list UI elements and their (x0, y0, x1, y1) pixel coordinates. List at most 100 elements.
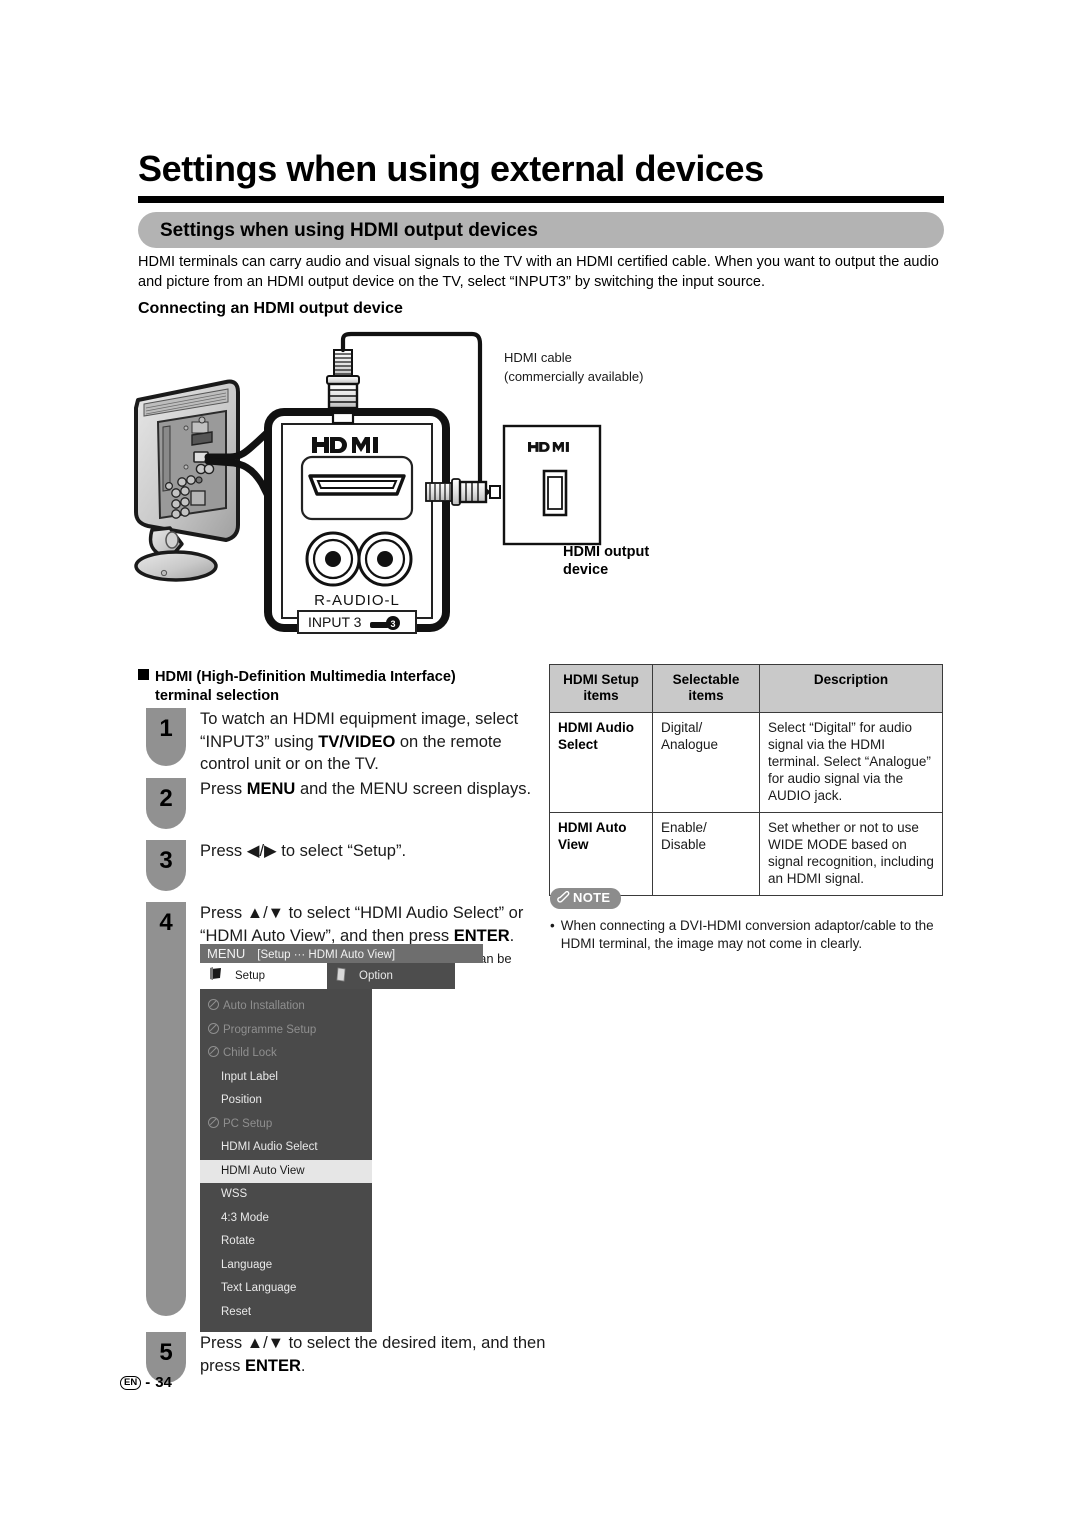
step-text: Press ▲/▼ to select “HDMI Audio Select” … (200, 904, 524, 945)
table-cell-description: Select “Digital” for audio signal via th… (759, 712, 943, 813)
table-cell-item: HDMI Auto View (549, 812, 653, 896)
step-badge: 1 (146, 708, 186, 766)
page-title: Settings when using external devices (138, 148, 764, 189)
language-badge: EN (120, 1375, 142, 1390)
manual-page: Settings when using external devices Set… (0, 0, 1080, 1527)
hdmi-output-device-label-line2: device (563, 562, 609, 578)
no-entry-icon (208, 1116, 219, 1128)
tv-menu-item-list: Auto Installation Programme Setup Child Lo… (200, 989, 372, 1332)
setup-icon (209, 967, 223, 985)
pencil-icon (557, 890, 570, 906)
table-header-cell: Description (759, 664, 943, 713)
step-item: 2 Press MENU and the MENU screen display… (146, 778, 546, 840)
tv-menu-item-label: Text Language (221, 1282, 297, 1294)
tv-menu-item-rotate[interactable]: Rotate (200, 1230, 372, 1254)
note-block: NOTE • When connecting a DVI-HDMI conver… (550, 888, 944, 953)
tab-option[interactable]: Option (327, 963, 455, 989)
hdmi-setup-table: HDMI Setup items Selectable items Descri… (549, 664, 943, 896)
hdmi-cable-label: HDMI cable (commercially available) (504, 348, 694, 386)
section-heading-label: Settings when using HDMI output devices (160, 220, 538, 241)
table-row: HDMI Auto View Enable/ Disable Set wheth… (549, 812, 943, 896)
tv-menu-item-label: Input Label (221, 1070, 278, 1083)
option-icon (336, 967, 347, 985)
tv-menu-item-label: Child Lock (223, 1047, 277, 1059)
note-body: • When connecting a DVI-HDMI conversion … (550, 917, 944, 953)
tv-menu-item-hdmi-auto-view[interactable]: HDMI Auto View (200, 1159, 372, 1183)
tv-menu-item-position[interactable]: Position (200, 1089, 372, 1113)
tv-menu-item-4-3-mode[interactable]: 4:3 Mode (200, 1207, 372, 1231)
tv-menu-item-reset[interactable]: Reset (200, 1301, 372, 1325)
tv-menu-item-label: HDMI Auto View (221, 1164, 305, 1177)
tv-menu-item-programme-setup: Programme Setup (200, 1019, 372, 1043)
tv-menu-item-label: Position (221, 1094, 262, 1106)
step-text: Press ▲/▼ to select the desired item, an… (200, 1334, 546, 1375)
tv-menu-screenshot: MENU [Setup ··· HDMI Auto View] Setup Opt… (200, 944, 490, 1332)
table-cell-item: HDMI Audio Select (549, 712, 653, 813)
hdmi-output-device-label: HDMI output device (563, 543, 703, 579)
tv-menu-title-label: MENU (207, 946, 246, 961)
step-item: 5 Press ▲/▼ to select the desired item, … (146, 1332, 546, 1390)
note-text: When connecting a DVI-HDMI conversion ad… (560, 918, 934, 951)
step-badge: 4 (146, 902, 186, 1316)
hdmi-output-device-box (502, 424, 602, 546)
no-entry-icon (208, 1046, 219, 1057)
tv-menu-item-label: Reset (221, 1305, 252, 1318)
tv-menu-item-pc-setup: PC Setup (200, 1113, 372, 1137)
tv-menu-breadcrumb: [Setup ··· HDMI Auto View] (257, 949, 396, 961)
bullet-square-icon (138, 669, 149, 680)
tv-menu-item-label: Language (221, 1258, 273, 1271)
table-row: HDMI Audio Select Digital/ Analogue Sele… (549, 712, 943, 813)
tab-option-label: Option (359, 970, 393, 982)
table-cell-description: Set whether or not to use WIDE MODE base… (759, 812, 943, 896)
svg-text:INPUT 3: INPUT 3 (308, 614, 362, 630)
note-badge-label: NOTE (573, 890, 611, 905)
step-text: Press ◀/▶ to select “Setup”. (200, 842, 407, 860)
no-entry-icon (208, 999, 219, 1010)
hdmi-cable-label-line2: (commercially available) (504, 369, 644, 384)
note-badge: NOTE (550, 888, 622, 909)
tv-menu-item-input-label[interactable]: Input Label (200, 1066, 372, 1090)
tv-menu-item-label: HDMI Audio Select (221, 1141, 318, 1153)
title-rule (138, 196, 944, 203)
tab-setup[interactable]: Setup (200, 963, 327, 989)
hdmi-cable-label-line1: HDMI cable (504, 350, 572, 365)
step-badge: 3 (146, 840, 186, 891)
tv-menu-item-text-language[interactable]: Text Language (200, 1277, 372, 1301)
footer-separator: - (145, 1374, 151, 1391)
tv-illustration (134, 379, 240, 582)
subsection-title: Connecting an HDMI output device (138, 300, 403, 317)
step-text: Press MENU and the MENU screen displays. (200, 780, 532, 798)
table-cell-selectable: Digital/ Analogue (652, 712, 760, 813)
bullet-dot-icon: • (550, 918, 555, 933)
tv-menu-tabs: Setup Option (200, 963, 455, 989)
tv-menu-titlebar: MENU [Setup ··· HDMI Auto View] (200, 944, 483, 963)
tv-menu-item-label: 4:3 Mode (221, 1211, 269, 1224)
tv-menu-item-label: PC Setup (223, 1117, 273, 1130)
tv-menu-item-label: WSS (221, 1188, 248, 1200)
tv-menu-item-label: Auto Installation (223, 1000, 305, 1012)
page-number: 34 (155, 1374, 172, 1391)
tab-setup-label: Setup (235, 970, 266, 982)
no-entry-icon (208, 1022, 219, 1034)
page-footer: EN - 34 (120, 1374, 172, 1391)
hdmi-output-device-label-line1: HDMI output (563, 544, 650, 560)
tv-menu-item-label: Rotate (221, 1235, 255, 1247)
table-cell-selectable: Enable/ Disable (652, 812, 760, 896)
tv-menu-item-wss[interactable]: WSS (200, 1183, 372, 1207)
tv-menu-item-auto-installation: Auto Installation (200, 995, 372, 1019)
step-item: 3 Press ◀/▶ to select “Setup”. (146, 840, 546, 902)
intro-paragraph: HDMI terminals can carry audio and visua… (138, 254, 939, 290)
terminal-panel-callout: R-AUDIO-L INPUT 3 3 (264, 408, 450, 634)
tv-menu-item-language[interactable]: Language (200, 1254, 372, 1278)
table-header-cell: HDMI Setup items (549, 664, 653, 713)
step-item: 1 To watch an HDMI equipment image, sele… (146, 708, 546, 778)
tv-menu-item-hdmi-audio-select[interactable]: HDMI Audio Select (200, 1136, 372, 1160)
step-text: To watch an HDMI equipment image, select… (200, 710, 519, 773)
tv-menu-item-label: Programme Setup (223, 1023, 317, 1036)
table-header-row: HDMI Setup items Selectable items Descri… (549, 664, 943, 713)
tv-menu-item-child-lock: Child Lock (200, 1042, 372, 1066)
step-badge: 2 (146, 778, 186, 829)
terminal-selection-heading-line2: terminal selection (155, 688, 280, 704)
table-header-cell: Selectable items (652, 664, 760, 713)
terminal-selection-heading-line1: HDMI (High-Definition Multimedia Interfa… (155, 669, 456, 685)
